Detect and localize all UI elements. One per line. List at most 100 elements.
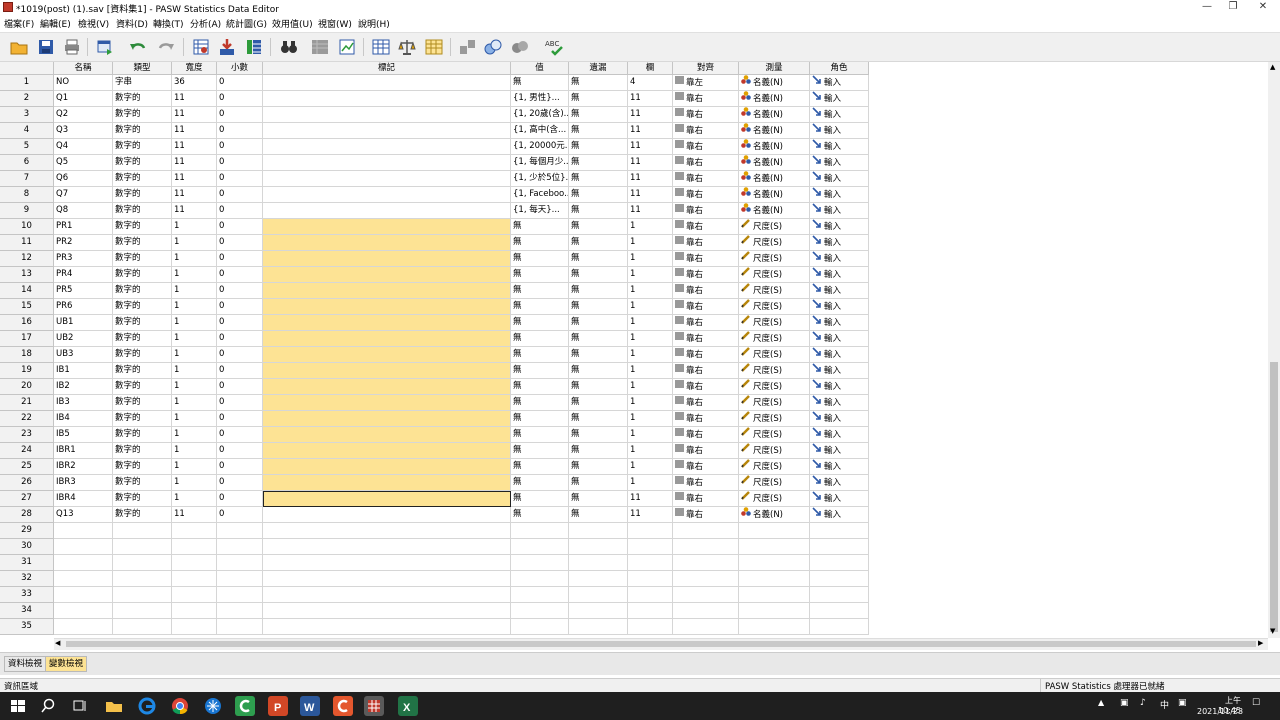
cell-measure[interactable]: 尺度(S) bbox=[739, 491, 810, 507]
cell-decimals[interactable]: 0 bbox=[217, 155, 263, 171]
row-number[interactable]: 33 bbox=[0, 587, 54, 603]
cell-role[interactable]: 輸入 bbox=[810, 91, 869, 107]
cell-measure[interactable]: 尺度(S) bbox=[739, 411, 810, 427]
cell-values[interactable]: 無 bbox=[511, 347, 569, 363]
ime-indicator[interactable]: 中 bbox=[1160, 698, 1169, 711]
cell-role[interactable] bbox=[810, 603, 869, 619]
cell-type[interactable]: 數字的 bbox=[113, 155, 172, 171]
cell-align[interactable]: 靠右 bbox=[673, 507, 739, 523]
cell-columns[interactable] bbox=[628, 571, 673, 587]
cell-type[interactable]: 數字的 bbox=[113, 395, 172, 411]
cell-width[interactable]: 1 bbox=[172, 411, 217, 427]
cell-label[interactable] bbox=[263, 75, 511, 91]
tab-data-view[interactable]: 資料檢視 bbox=[4, 656, 47, 672]
cell-decimals[interactable]: 0 bbox=[217, 123, 263, 139]
menu-data[interactable]: 資料(D) bbox=[116, 17, 148, 30]
cell-values[interactable]: 無 bbox=[511, 267, 569, 283]
cell-name[interactable]: PR1 bbox=[54, 219, 113, 235]
word-icon[interactable]: W bbox=[300, 696, 320, 716]
cell-values[interactable]: {1, 高中(含... bbox=[511, 123, 569, 139]
cell-align[interactable]: 靠右 bbox=[673, 187, 739, 203]
cell-role[interactable]: 輸入 bbox=[810, 459, 869, 475]
cell-decimals[interactable]: 0 bbox=[217, 251, 263, 267]
cell-columns[interactable] bbox=[628, 523, 673, 539]
row-number[interactable]: 1 bbox=[0, 75, 54, 91]
cell-width[interactable] bbox=[172, 619, 217, 635]
network-icon[interactable]: ▣ bbox=[1120, 698, 1129, 708]
cell-name[interactable]: Q6 bbox=[54, 171, 113, 187]
volume-icon[interactable]: ♪ bbox=[1140, 698, 1146, 708]
row-number[interactable]: 25 bbox=[0, 459, 54, 475]
cell-name[interactable]: IBR4 bbox=[54, 491, 113, 507]
cell-missing[interactable]: 無 bbox=[569, 315, 628, 331]
column-header-label[interactable]: 標記 bbox=[263, 62, 511, 75]
spell-check-icon[interactable]: ABC bbox=[545, 38, 563, 56]
cell-type[interactable] bbox=[113, 619, 172, 635]
cell-measure[interactable]: 名義(N) bbox=[739, 91, 810, 107]
cell-measure[interactable]: 尺度(S) bbox=[739, 475, 810, 491]
cell-width[interactable]: 11 bbox=[172, 91, 217, 107]
cell-label[interactable] bbox=[263, 283, 511, 299]
row-number[interactable]: 18 bbox=[0, 347, 54, 363]
row-number[interactable]: 32 bbox=[0, 571, 54, 587]
cell-role[interactable]: 輸入 bbox=[810, 363, 869, 379]
windows-start-icon[interactable] bbox=[8, 696, 28, 716]
cell-type[interactable]: 數字的 bbox=[113, 299, 172, 315]
cell-role[interactable]: 輸入 bbox=[810, 171, 869, 187]
cell-role[interactable]: 輸入 bbox=[810, 267, 869, 283]
cell-values[interactable]: {1, 每個月少... bbox=[511, 155, 569, 171]
cell-missing[interactable]: 無 bbox=[569, 123, 628, 139]
cell-values[interactable]: 無 bbox=[511, 459, 569, 475]
cell-role[interactable]: 輸入 bbox=[810, 187, 869, 203]
cell-align[interactable]: 靠右 bbox=[673, 107, 739, 123]
cell-measure[interactable]: 尺度(S) bbox=[739, 427, 810, 443]
cell-width[interactable]: 11 bbox=[172, 107, 217, 123]
cell-label[interactable] bbox=[263, 603, 511, 619]
save-icon[interactable] bbox=[37, 38, 55, 56]
cell-columns[interactable]: 1 bbox=[628, 363, 673, 379]
cell-columns[interactable] bbox=[628, 619, 673, 635]
cell-measure[interactable]: 尺度(S) bbox=[739, 283, 810, 299]
cell-label[interactable] bbox=[263, 427, 511, 443]
cell-measure[interactable]: 尺度(S) bbox=[739, 379, 810, 395]
cell-decimals[interactable] bbox=[217, 555, 263, 571]
cell-decimals[interactable] bbox=[217, 619, 263, 635]
cell-type[interactable]: 數字的 bbox=[113, 171, 172, 187]
row-number[interactable]: 5 bbox=[0, 139, 54, 155]
redo-icon[interactable] bbox=[157, 38, 175, 56]
pasw-taskbar-icon[interactable] bbox=[364, 696, 384, 716]
cell-missing[interactable] bbox=[569, 555, 628, 571]
cell-missing[interactable]: 無 bbox=[569, 139, 628, 155]
cell-align[interactable]: 靠右 bbox=[673, 91, 739, 107]
cell-align[interactable]: 靠右 bbox=[673, 363, 739, 379]
cell-values[interactable]: 無 bbox=[511, 219, 569, 235]
cell-missing[interactable]: 無 bbox=[569, 427, 628, 443]
cell-decimals[interactable]: 0 bbox=[217, 331, 263, 347]
cell-columns[interactable] bbox=[628, 587, 673, 603]
cell-role[interactable] bbox=[810, 539, 869, 555]
column-header-decimals[interactable]: 小數 bbox=[217, 62, 263, 75]
cell-columns[interactable] bbox=[628, 603, 673, 619]
cell-role[interactable]: 輸入 bbox=[810, 75, 869, 91]
cell-missing[interactable]: 無 bbox=[569, 219, 628, 235]
cell-role[interactable]: 輸入 bbox=[810, 427, 869, 443]
cell-values[interactable]: 無 bbox=[511, 315, 569, 331]
row-number[interactable]: 9 bbox=[0, 203, 54, 219]
cell-label[interactable] bbox=[263, 507, 511, 523]
cell-decimals[interactable]: 0 bbox=[217, 219, 263, 235]
insert-variable-icon[interactable] bbox=[338, 38, 356, 56]
cell-missing[interactable]: 無 bbox=[569, 331, 628, 347]
cell-width[interactable] bbox=[172, 523, 217, 539]
cell-type[interactable]: 數字的 bbox=[113, 347, 172, 363]
cell-measure[interactable]: 名義(N) bbox=[739, 507, 810, 523]
cell-measure[interactable] bbox=[739, 587, 810, 603]
cell-values[interactable]: 無 bbox=[511, 251, 569, 267]
cell-label-selected[interactable] bbox=[263, 491, 511, 507]
cell-type[interactable]: 數字的 bbox=[113, 443, 172, 459]
cell-label[interactable] bbox=[263, 251, 511, 267]
cell-columns[interactable]: 1 bbox=[628, 219, 673, 235]
cell-decimals[interactable]: 0 bbox=[217, 139, 263, 155]
cell-align[interactable]: 靠右 bbox=[673, 379, 739, 395]
cell-align[interactable] bbox=[673, 587, 739, 603]
excel-icon[interactable]: X bbox=[398, 696, 418, 716]
